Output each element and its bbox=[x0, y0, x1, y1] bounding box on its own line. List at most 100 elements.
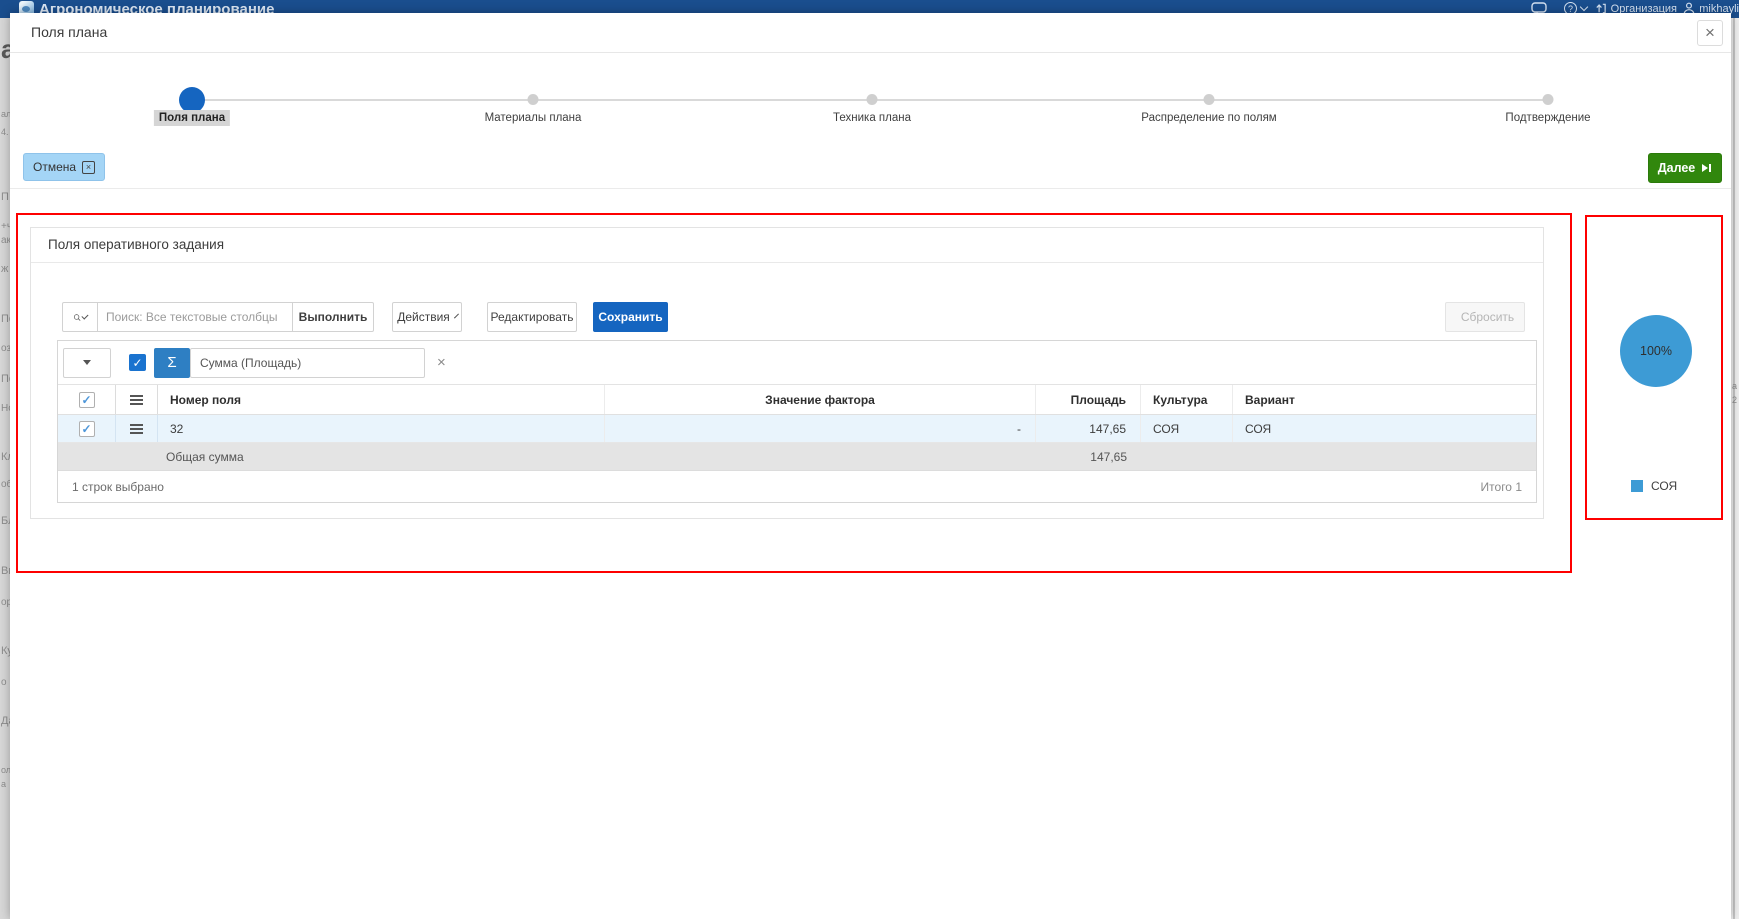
report-toolbar: Выполнить Действия Редактировать Сохрани… bbox=[57, 295, 1537, 339]
chevron-down-icon bbox=[454, 313, 459, 318]
pie-value-label: 100% bbox=[1640, 344, 1672, 358]
modal-title: Поля плана bbox=[31, 24, 107, 40]
select-all-checkbox[interactable]: ✓ bbox=[79, 392, 95, 408]
chevron-down-icon bbox=[82, 312, 89, 319]
step-dot bbox=[528, 94, 539, 105]
sum-sigma-button[interactable]: Σ bbox=[154, 348, 190, 378]
culture-pie-chart-panel: 100% СОЯ bbox=[1585, 215, 1723, 520]
background-text-fragment: По bbox=[1, 374, 10, 385]
next-button[interactable]: Далее bbox=[1648, 153, 1722, 183]
background-text-fragment: ол bbox=[1, 766, 10, 775]
background-text-fragment: Ку bbox=[1, 646, 10, 657]
legend-label-soya: СОЯ bbox=[1651, 479, 1677, 493]
search-icon bbox=[73, 310, 81, 325]
background-text-fragment: ал bbox=[1, 110, 10, 119]
step-label: Поля плана bbox=[154, 110, 230, 126]
actions-menu-button[interactable]: Действия bbox=[392, 302, 462, 332]
aggregation-row: ✓ Σ × bbox=[58, 341, 1536, 385]
background-text-fragment: оз bbox=[1, 344, 10, 354]
report-grid: ✓ Σ × ✓ Номер поля Значение фактора Площ… bbox=[57, 340, 1537, 503]
legend-swatch-soya bbox=[1631, 480, 1643, 492]
interactive-report: Выполнить Действия Редактировать Сохрани… bbox=[57, 295, 1537, 339]
background-text-fragment: а bbox=[1, 36, 10, 62]
background-text-fragment: Кл bbox=[1, 452, 10, 463]
cancel-x-icon: × bbox=[82, 161, 95, 174]
cell-area: 147,65 bbox=[1036, 415, 1141, 442]
row-menu-cell[interactable] bbox=[116, 415, 158, 442]
reset-label: Сбросить bbox=[1461, 310, 1514, 324]
column-header-culture[interactable]: Культура bbox=[1141, 385, 1233, 414]
cancel-button-label: Отмена bbox=[33, 160, 76, 174]
summary-area-value: 147,65 bbox=[1036, 443, 1141, 470]
cell-field-number: 32 bbox=[158, 415, 605, 442]
screen: Агрономическое планирование ? Организаци… bbox=[0, 0, 1739, 919]
column-header-factor-value[interactable]: Значение фактора bbox=[605, 385, 1036, 414]
close-icon[interactable]: × bbox=[1697, 20, 1723, 46]
aggregation-dropdown-button[interactable] bbox=[63, 348, 111, 378]
selected-rows-text: 1 строк выбрано bbox=[58, 480, 164, 494]
background-text-fragment: Бл bbox=[1, 516, 10, 527]
total-rows-text: Итого 1 bbox=[1481, 480, 1536, 494]
reset-button: Сбросить bbox=[1445, 302, 1525, 332]
grid-footer: 1 строк выбрано Итого 1 bbox=[58, 471, 1536, 502]
background-text-fragment: ак bbox=[1, 236, 10, 246]
region-title: Поля оперативного задания bbox=[48, 237, 224, 252]
step-label: Распределение по полям bbox=[1141, 112, 1276, 124]
background-scrollbar-line bbox=[1733, 18, 1735, 919]
menu-icon bbox=[130, 399, 143, 401]
step-dot bbox=[867, 94, 878, 105]
cell-culture: СОЯ bbox=[1141, 415, 1233, 442]
aggregation-value-input[interactable] bbox=[190, 348, 425, 378]
background-text-fragment: ор bbox=[1, 598, 10, 608]
select-all-cell: ✓ bbox=[58, 385, 116, 414]
cell-factor-value: - bbox=[605, 415, 1036, 442]
table-row[interactable]: ✓ 32 - 147,65 СОЯ СОЯ bbox=[58, 415, 1536, 443]
modal-header: Поля плана × bbox=[10, 13, 1731, 53]
caret-down-icon bbox=[83, 360, 91, 365]
go-button[interactable]: Выполнить bbox=[293, 302, 374, 332]
menu-icon bbox=[130, 428, 143, 430]
step-dot bbox=[1204, 94, 1215, 105]
cancel-button[interactable]: Отмена × bbox=[23, 153, 105, 181]
background-text-fragment: +ч bbox=[1, 222, 10, 232]
row-checkbox[interactable]: ✓ bbox=[79, 421, 95, 437]
summary-row: Общая сумма 147,65 bbox=[58, 443, 1536, 471]
step-label: Техника плана bbox=[833, 112, 911, 124]
pie-slice-soya[interactable]: 100% bbox=[1620, 315, 1692, 387]
chevron-down-icon bbox=[1580, 3, 1588, 11]
row-select-cell: ✓ bbox=[58, 415, 116, 442]
plan-fields-modal: Поля плана × Поля плана Материалы плана … bbox=[10, 13, 1731, 919]
background-page-left-sliver: аал4.П+чакжПоозПоНоКлобБлВиорКуоДаола bbox=[0, 18, 10, 919]
toolbar-divider bbox=[10, 188, 1731, 189]
cell-variant: СОЯ bbox=[1233, 415, 1536, 442]
search-options-button[interactable] bbox=[62, 302, 98, 332]
background-text-fragment: а bbox=[1732, 382, 1737, 391]
background-text-fragment: 4. bbox=[1, 128, 9, 137]
step-dot bbox=[1543, 94, 1554, 105]
background-text-fragment: Ви bbox=[1, 566, 10, 577]
save-button[interactable]: Сохранить bbox=[593, 302, 668, 332]
background-text-fragment: Да bbox=[1, 716, 10, 727]
aggregation-checkbox[interactable]: ✓ bbox=[129, 354, 146, 371]
next-button-label: Далее bbox=[1658, 161, 1696, 175]
background-text-fragment: 2 bbox=[1732, 396, 1737, 405]
column-header-variant[interactable]: Вариант bbox=[1233, 385, 1536, 414]
edit-button[interactable]: Редактировать bbox=[487, 302, 577, 332]
background-text-fragment: о bbox=[1, 678, 7, 688]
actions-label: Действия bbox=[397, 310, 450, 324]
column-header-area[interactable]: Площадь bbox=[1036, 385, 1141, 414]
background-text-fragment: П bbox=[1, 192, 9, 203]
background-text-fragment: об bbox=[1, 480, 10, 490]
summary-label: Общая сумма bbox=[158, 450, 258, 464]
remove-aggregation-icon[interactable]: × bbox=[437, 354, 446, 371]
background-text-fragment: По bbox=[1, 314, 10, 325]
background-page-right-sliver: а2 bbox=[1731, 18, 1739, 919]
column-header-field-number[interactable]: Номер поля bbox=[158, 385, 605, 414]
region-header: Поля оперативного задания bbox=[31, 228, 1543, 263]
chart-legend[interactable]: СОЯ bbox=[1631, 479, 1677, 493]
row-menu-header-cell bbox=[116, 385, 158, 414]
step-label: Материалы плана bbox=[485, 112, 582, 124]
background-text-fragment: ж bbox=[1, 264, 8, 275]
grid-header-row: ✓ Номер поля Значение фактора Площадь Ку… bbox=[58, 385, 1536, 415]
search-input[interactable] bbox=[98, 302, 293, 332]
